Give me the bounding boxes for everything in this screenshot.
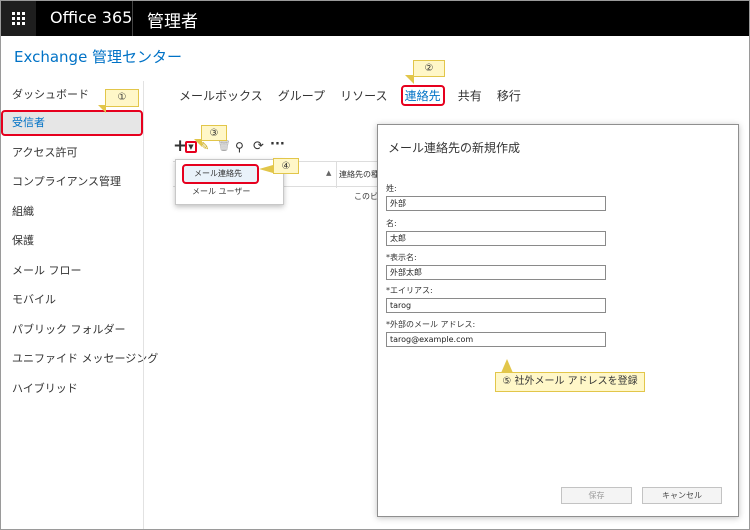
sidebar-item-mobile[interactable]: モバイル [1, 287, 143, 313]
sidebar-item-hybrid[interactable]: ハイブリッド [1, 376, 143, 402]
callout-step-4: ④ [273, 158, 299, 174]
callout-step-1: ① [105, 89, 139, 107]
tab-groups[interactable]: グループ [276, 86, 327, 105]
recipient-tabs: メールボックス グループ リソース 連絡先 共有 移行 [177, 85, 529, 107]
callout-step-5: ⑤ 社外メール アドレスを登録 [495, 372, 645, 392]
app-launcher-button[interactable] [1, 1, 36, 36]
tab-contacts[interactable]: 連絡先 [400, 85, 445, 106]
cancel-button[interactable]: キャンセル [642, 487, 722, 504]
sidebar-item-public-folders[interactable]: パブリック フォルダー [1, 317, 143, 343]
eac-window: Office 365 管理者 Exchange 管理センター ダッシュボード 受… [0, 0, 750, 530]
grid-empty-message: このビ [354, 192, 378, 201]
external-email-field[interactable]: tarog@example.com [386, 332, 606, 347]
callout-step-2: ② [413, 60, 445, 77]
sidebar-item-organization[interactable]: 組織 [1, 199, 143, 225]
sidebar-item-compliance[interactable]: コンプライアンス管理 [1, 169, 143, 195]
menu-item-mail-user[interactable]: メール ユーザー [176, 182, 283, 202]
admin-role-label: 管理者 [147, 12, 198, 32]
more-icon[interactable]: ··· [270, 137, 285, 157]
sidebar-item-protection[interactable]: 保護 [1, 228, 143, 254]
column-divider [336, 162, 337, 188]
callout-5-pointer [501, 359, 513, 373]
sidebar: ダッシュボード 受信者 アクセス許可 コンプライアンス管理 組織 保護 メール … [1, 79, 158, 529]
first-name-field[interactable]: 太郎 [386, 231, 606, 246]
top-bar: Office 365 管理者 [1, 1, 749, 36]
external-email-label: *外部のメール アドレス: [386, 320, 476, 329]
alias-label: *エイリアス: [386, 286, 433, 295]
app-name[interactable]: Office 365 [50, 8, 132, 27]
dialog-title: メール連絡先の新規作成 [388, 141, 521, 155]
page-title: Exchange 管理センター [14, 48, 183, 66]
alias-field[interactable]: tarog [386, 298, 606, 313]
tab-resources[interactable]: リソース [338, 86, 389, 105]
sidebar-item-unified-messaging[interactable]: ユニファイド メッセージング [1, 346, 158, 372]
callout-2-pointer [405, 75, 414, 84]
callout-3-pointer [194, 139, 202, 147]
first-name-label: 名: [386, 219, 397, 228]
topbar-divider [132, 1, 133, 36]
contacts-toolbar: + ▼ ✎ 🗑 ⚲ ⟳ ··· [173, 136, 293, 160]
waffle-icon [12, 12, 25, 25]
callout-1-pointer [98, 105, 106, 113]
sidebar-item-recipients[interactable]: 受信者 [1, 110, 143, 136]
sort-ascending-icon[interactable]: ▲ [326, 169, 331, 177]
search-icon[interactable]: ⚲ [235, 140, 244, 160]
callout-step-3: ③ [201, 125, 227, 141]
refresh-icon[interactable]: ⟳ [253, 139, 264, 159]
tab-shared[interactable]: 共有 [456, 86, 484, 105]
last-name-field[interactable]: 外部 [386, 196, 606, 211]
trash-icon[interactable]: 🗑 [217, 139, 231, 159]
column-header-contact-type[interactable]: 連絡先の種 [339, 169, 379, 180]
new-mail-contact-dialog: メール連絡先の新規作成 姓: 外部 名: 太郎 *表示名: 外部太郎 *エイリア… [377, 124, 739, 517]
last-name-label: 姓: [386, 184, 397, 193]
save-button[interactable]: 保存 [561, 487, 632, 504]
sidebar-item-mail-flow[interactable]: メール フロー [1, 258, 143, 284]
callout-4-pointer [259, 165, 273, 173]
sidebar-item-permissions[interactable]: アクセス許可 [1, 140, 143, 166]
sidebar-divider [143, 81, 144, 529]
tab-migration[interactable]: 移行 [495, 86, 523, 105]
tab-mailboxes[interactable]: メールボックス [177, 86, 265, 105]
display-name-field[interactable]: 外部太郎 [386, 265, 606, 280]
display-name-label: *表示名: [386, 253, 417, 262]
menu-item-mail-contact[interactable]: メール連絡先 [182, 164, 259, 184]
